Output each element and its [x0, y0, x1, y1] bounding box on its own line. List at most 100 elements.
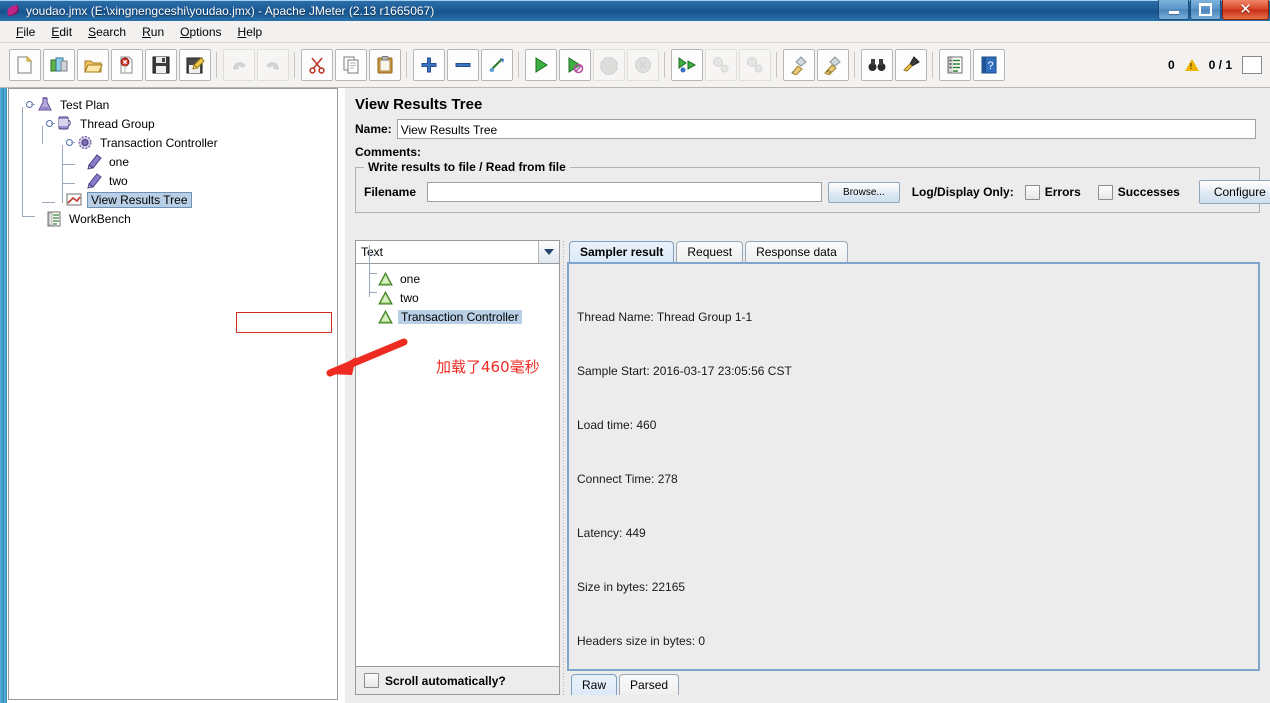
scissors-icon	[309, 57, 325, 74]
render-format-combo[interactable]: Text	[355, 240, 560, 264]
help-book-icon: ?	[981, 56, 997, 74]
test-plan-tree-panel[interactable]: Test Plan Thread Group Transaction Contr…	[8, 88, 338, 700]
open-button[interactable]	[77, 49, 109, 81]
stop-remote-all-button[interactable]	[705, 49, 737, 81]
name-input[interactable]: View Results Tree	[396, 119, 1256, 139]
successes-checkbox[interactable]	[1097, 184, 1113, 200]
close-document-button[interactable]	[111, 49, 143, 81]
sampler-result-textarea[interactable]: Thread Name: Thread Group 1-1 Sample Sta…	[567, 262, 1260, 671]
clear-button[interactable]	[783, 49, 815, 81]
start-no-pauses-button[interactable]	[559, 49, 591, 81]
browse-button[interactable]: Browse...	[828, 181, 900, 203]
http-sampler-icon	[87, 173, 102, 189]
warning-triangle-icon	[1184, 59, 1199, 71]
tree-node-test-plan[interactable]: Test Plan	[17, 95, 337, 114]
results-tree-list[interactable]: one two Transaction Controller	[355, 245, 560, 667]
tab-request[interactable]: Request	[676, 241, 744, 262]
expand-all-button[interactable]	[413, 49, 445, 81]
list-item[interactable]: Transaction Controller	[356, 307, 559, 326]
results-list-pane: Text one two Transaction Controller Scro…	[355, 240, 560, 695]
maximize-button[interactable]	[1190, 0, 1221, 20]
shutdown-button[interactable]	[627, 49, 659, 81]
configure-button[interactable]: Configure	[1198, 180, 1270, 204]
page-title: View Results Tree	[355, 96, 483, 113]
tree-node-one[interactable]: one	[17, 152, 337, 171]
toolbar-status: 0 0 / 1	[1168, 56, 1270, 74]
tab-parsed[interactable]: Parsed	[619, 674, 680, 695]
list-item[interactable]: two	[356, 288, 559, 307]
tree-node-transaction-controller[interactable]: Transaction Controller	[17, 133, 337, 152]
undo-button[interactable]	[223, 49, 255, 81]
minimize-button[interactable]	[1158, 0, 1189, 20]
start-remote-all-button[interactable]	[671, 49, 703, 81]
tab-sampler-result[interactable]: Sampler result	[569, 241, 675, 262]
errors-checkbox-row[interactable]: Errors	[1024, 184, 1086, 200]
tree-node-label: one	[109, 154, 130, 169]
expand-handle-icon[interactable]	[65, 138, 75, 147]
tab-raw[interactable]: Raw	[571, 674, 618, 695]
plus-icon	[421, 57, 437, 73]
new-button[interactable]	[9, 49, 41, 81]
sampler-result-text: Thread Name: Thread Group 1-1 Sample Sta…	[569, 264, 1258, 669]
search-reset-button[interactable]	[895, 49, 927, 81]
shutdown-remote-all-button[interactable]	[739, 49, 771, 81]
start-button[interactable]	[525, 49, 557, 81]
comments-input[interactable]	[426, 143, 1256, 161]
maximize-icon	[1199, 3, 1212, 16]
save-button[interactable]	[145, 49, 177, 81]
expand-handle-icon[interactable]	[25, 100, 35, 109]
result-tabs: Sampler result Request Response data	[567, 240, 1260, 262]
split-divider[interactable]	[560, 240, 567, 695]
clear-all-button[interactable]	[817, 49, 849, 81]
menu-file[interactable]: FFileile	[8, 23, 43, 41]
save-as-button[interactable]	[179, 49, 211, 81]
tree-node-thread-group[interactable]: Thread Group	[17, 114, 337, 133]
scroll-automatically-checkbox[interactable]	[364, 673, 379, 688]
redo-button[interactable]	[257, 49, 289, 81]
cut-button[interactable]	[301, 49, 333, 81]
transaction-controller-icon	[78, 136, 92, 149]
jmeter-window: youdao.jmx (E:\xingnengceshi\youdao.jmx)…	[0, 0, 1270, 703]
filename-input[interactable]	[427, 182, 823, 202]
success-triangle-icon	[378, 290, 393, 304]
errors-label: Errors	[1044, 185, 1081, 199]
help-button[interactable]: ?	[973, 49, 1005, 81]
list-item-label: Transaction Controller	[398, 309, 522, 324]
menu-help[interactable]: Help	[230, 23, 271, 41]
window-title: youdao.jmx (E:\xingnengceshi\youdao.jmx)…	[26, 3, 435, 18]
copy-button[interactable]	[335, 49, 367, 81]
tree-node-label: Transaction Controller	[100, 135, 218, 150]
list-item[interactable]: one	[356, 269, 559, 288]
menu-options[interactable]: Options	[172, 23, 229, 41]
scroll-automatically-row[interactable]: Scroll automatically?	[355, 667, 560, 695]
running-indicator	[1242, 56, 1262, 74]
menu-search[interactable]: Search	[80, 23, 134, 41]
chevron-down-icon[interactable]	[538, 241, 559, 263]
templates-button[interactable]	[43, 49, 75, 81]
toggle-button[interactable]	[481, 49, 513, 81]
tree-node-two[interactable]: two	[17, 171, 337, 190]
expand-handle-icon[interactable]	[45, 119, 55, 128]
menu-edit[interactable]: Edit	[43, 23, 80, 41]
close-button[interactable]: ✕	[1222, 0, 1269, 20]
menu-run[interactable]: Run	[134, 23, 172, 41]
paste-button[interactable]	[369, 49, 401, 81]
errors-checkbox[interactable]	[1024, 184, 1040, 200]
function-helper-button[interactable]	[939, 49, 971, 81]
svg-text:?: ?	[987, 60, 993, 72]
search-button[interactable]	[861, 49, 893, 81]
result-line: Size in bytes: 22165	[577, 580, 686, 594]
view-results-tree-panel: View Results Tree Name: View Results Tre…	[345, 88, 1270, 703]
result-line: Thread Name: Thread Group 1-1	[577, 310, 753, 324]
successes-checkbox-row[interactable]: Successes	[1097, 184, 1185, 200]
comments-label: Comments:	[355, 145, 422, 159]
collapse-all-button[interactable]	[447, 49, 479, 81]
tree-node-workbench[interactable]: WorkBench	[17, 209, 337, 228]
binoculars-search-icon	[868, 59, 886, 71]
stop-octagon-icon	[600, 57, 618, 75]
tab-response-data[interactable]: Response data	[745, 241, 848, 262]
stop-button[interactable]	[593, 49, 625, 81]
minimize-icon	[1168, 10, 1179, 14]
name-label: Name:	[355, 122, 392, 136]
tree-node-view-results-tree[interactable]: View Results Tree	[17, 190, 337, 209]
